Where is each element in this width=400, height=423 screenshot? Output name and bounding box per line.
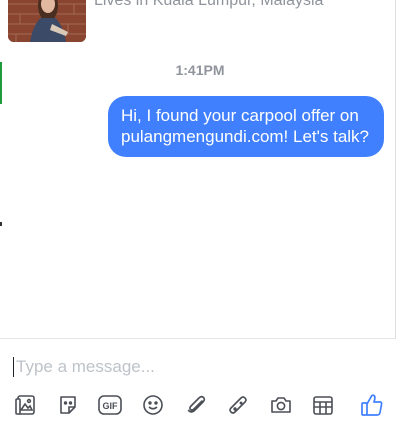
chat-pane: Lives in Kuala Lumpur, Malaysia 1:41PM H… [0, 0, 400, 423]
plan-icon [313, 396, 333, 415]
avatar-photo [8, 0, 86, 42]
message-timestamp: 1:41PM [175, 62, 225, 78]
emoji-button[interactable] [140, 392, 166, 418]
text-cursor [13, 357, 14, 377]
attachment-icon [187, 395, 206, 413]
game-button[interactable] [226, 392, 252, 418]
photo-button[interactable] [13, 392, 39, 418]
message-input[interactable] [16, 355, 376, 379]
gif-button[interactable]: GIF [97, 392, 123, 418]
camera-icon [271, 397, 291, 413]
left-tick [0, 222, 2, 226]
gif-icon: GIF [98, 395, 122, 415]
message-composer: GIF [0, 338, 396, 423]
composer-toolbar: GIF [0, 392, 396, 420]
photo-icon [15, 395, 35, 415]
plan-button[interactable] [310, 392, 336, 418]
outgoing-message-bubble[interactable]: Hi, I found your carpool offer on pulang… [108, 96, 384, 157]
emoji-icon [143, 395, 163, 415]
avatar[interactable] [8, 0, 86, 42]
sticker-button[interactable] [55, 392, 81, 418]
attachment-button[interactable] [183, 392, 209, 418]
sticker-icon [60, 396, 76, 414]
profile-location: Lives in Kuala Lumpur, Malaysia [94, 0, 324, 9]
game-icon [229, 396, 247, 414]
camera-button[interactable] [268, 392, 294, 418]
like-icon [361, 394, 383, 416]
like-button[interactable] [359, 392, 385, 418]
profile-header: Lives in Kuala Lumpur, Malaysia [0, 0, 400, 48]
svg-text:GIF: GIF [103, 401, 119, 411]
